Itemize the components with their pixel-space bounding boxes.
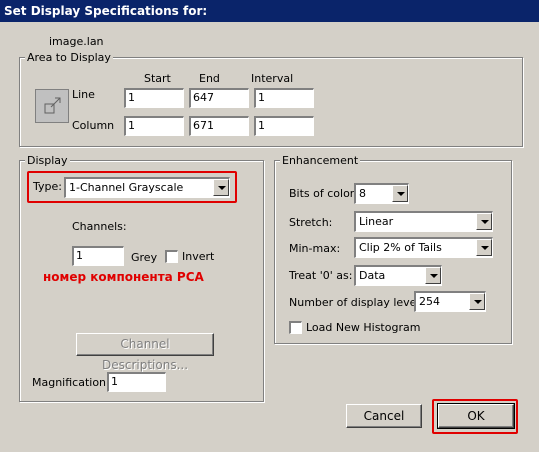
area-select-icon[interactable] (35, 89, 69, 123)
magnification-field[interactable]: 1 (107, 372, 166, 392)
column-interval-field[interactable]: 1 (254, 116, 314, 136)
channels-label: Channels: (72, 220, 127, 233)
type-select[interactable]: 1-Channel Grayscale (64, 177, 230, 198)
display-levels-select[interactable]: 254 (414, 291, 486, 312)
channel-field[interactable]: 1 (72, 246, 124, 266)
type-label: Type: (33, 180, 62, 193)
min-max-select[interactable]: Clip 2% of Tails (354, 237, 493, 258)
enhancement-legend: Enhancement (280, 154, 361, 167)
line-end-field[interactable]: 647 (189, 88, 249, 108)
column-end-field[interactable]: 671 (189, 116, 249, 136)
display-legend: Display (25, 154, 70, 167)
min-max-value: Clip 2% of Tails (359, 241, 442, 254)
channel-descriptions-button[interactable]: Channel Descriptions... (76, 333, 214, 372)
load-histogram-checkbox[interactable] (289, 321, 302, 334)
column-label: Column (72, 119, 115, 132)
stretch-select[interactable]: Linear (354, 211, 493, 232)
window-title: Set Display Specifications for: (0, 0, 539, 22)
grey-label: Grey (131, 251, 158, 264)
min-max-label: Min-max: (289, 242, 341, 255)
stretch-value: Linear (359, 215, 394, 228)
resize-arrow-icon (44, 97, 61, 114)
type-value: 1-Channel Grayscale (69, 181, 184, 194)
display-levels-label: Number of display levels: (289, 296, 429, 309)
bits-of-color-label: Bits of color: (289, 187, 358, 200)
treat-zero-value: Data (359, 269, 386, 282)
chevron-down-icon[interactable] (425, 267, 441, 284)
chevron-down-icon[interactable] (213, 179, 229, 196)
start-column-header: Start (144, 72, 171, 85)
magnification-label: Magnification: (32, 376, 110, 389)
load-histogram-label: Load New Histogram (306, 321, 421, 334)
line-start-field[interactable]: 1 (124, 88, 184, 108)
interval-column-header: Interval (251, 72, 294, 85)
column-start-field[interactable]: 1 (124, 116, 184, 136)
area-legend: Area to Display (25, 51, 113, 64)
invert-label: Invert (182, 250, 215, 263)
treat-zero-label: Treat '0' as: (289, 269, 353, 282)
display-levels-value: 254 (419, 295, 440, 308)
line-interval-field[interactable]: 1 (254, 88, 314, 108)
file-name: image.lan (49, 35, 104, 48)
chevron-down-icon[interactable] (476, 213, 492, 230)
chevron-down-icon[interactable] (476, 239, 492, 256)
cancel-button[interactable]: Cancel (346, 404, 422, 428)
stretch-label: Stretch: (289, 216, 333, 229)
chevron-down-icon[interactable] (469, 293, 485, 310)
treat-zero-select[interactable]: Data (354, 265, 442, 286)
end-column-header: End (199, 72, 220, 85)
bits-of-color-value: 8 (359, 187, 366, 200)
invert-checkbox[interactable] (165, 250, 178, 263)
chevron-down-icon[interactable] (392, 185, 408, 202)
ok-button[interactable]: OK (437, 403, 515, 429)
bits-of-color-select[interactable]: 8 (354, 183, 409, 204)
line-label: Line (72, 88, 95, 101)
pca-annotation: номер компонента PCA (43, 270, 204, 284)
